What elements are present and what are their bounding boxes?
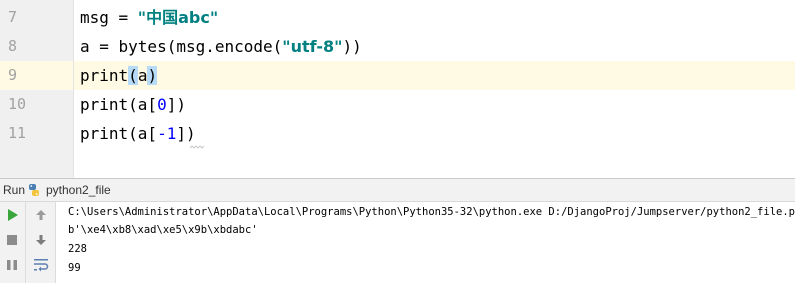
code-line-8[interactable]: 8 a = bytes(msg.encode("utf-8"))	[0, 32, 795, 61]
code-text[interactable]: print(a)	[80, 65, 158, 86]
code-line-9-current[interactable]: 9 print(a)	[0, 61, 795, 90]
line-number: 10	[8, 95, 27, 113]
run-toolbar-secondary	[26, 202, 56, 283]
number-literal: -1	[157, 124, 177, 143]
brace-match-close: )	[147, 66, 158, 85]
pause-icon[interactable]	[3, 256, 21, 274]
down-icon[interactable]	[32, 231, 50, 249]
run-icon[interactable]	[3, 206, 21, 224]
line-number: 7	[8, 8, 18, 26]
code-text[interactable]: print(a[0])	[80, 94, 186, 115]
console-output[interactable]: C:\Users\Administrator\AppData\Local\Pro…	[56, 202, 795, 283]
code-line-11[interactable]: 11 print(a[-1])	[0, 119, 795, 148]
gutter-cell: 10	[0, 90, 73, 119]
code-text[interactable]: a = bytes(msg.encode("utf-8"))	[80, 36, 362, 57]
up-icon[interactable]	[32, 206, 50, 224]
console-line-output: b'\xe4\xb8\xad\xe5\x9b\xbdabc'	[68, 224, 258, 236]
console-line-command: C:\Users\Administrator\AppData\Local\Pro…	[68, 206, 795, 218]
code-line-7[interactable]: 7 msg = "中国abc"	[0, 3, 795, 32]
soft-wrap-icon[interactable]	[32, 256, 50, 274]
line-number: 8	[8, 37, 18, 55]
run-configuration-tab[interactable]: python2_file	[46, 183, 111, 197]
run-label: Run	[3, 183, 26, 197]
string-literal: "中国abc"	[137, 8, 219, 27]
code-line-10[interactable]: 10 print(a[0])	[0, 90, 795, 119]
line-number: 9	[8, 66, 18, 84]
number-literal: 0	[157, 95, 167, 114]
console-line-output: 99	[68, 262, 81, 274]
gutter-cell: 11	[0, 119, 73, 148]
gutter-cell: 9	[0, 61, 73, 90]
run-toolbar-primary	[0, 202, 26, 283]
python-icon	[29, 184, 39, 196]
run-tool-window-header: Run python2_file	[0, 178, 795, 202]
brace-match-open: (	[128, 66, 138, 85]
line-number: 11	[8, 124, 27, 142]
gutter-cell: 8	[0, 32, 73, 61]
gutter-divider	[73, 0, 74, 178]
gutter-cell: 7	[0, 3, 73, 32]
console-line-output: 228	[68, 243, 87, 255]
inspection-squiggle	[190, 145, 204, 149]
code-text[interactable]: print(a[-1])	[80, 123, 196, 144]
code-editor[interactable]: 7 msg = "中国abc" 8 a = bytes(msg.encode("…	[0, 0, 795, 178]
code-text[interactable]: msg = "中国abc"	[80, 7, 218, 28]
stop-icon[interactable]	[3, 231, 21, 249]
string-literal: "utf-8"	[282, 37, 343, 56]
